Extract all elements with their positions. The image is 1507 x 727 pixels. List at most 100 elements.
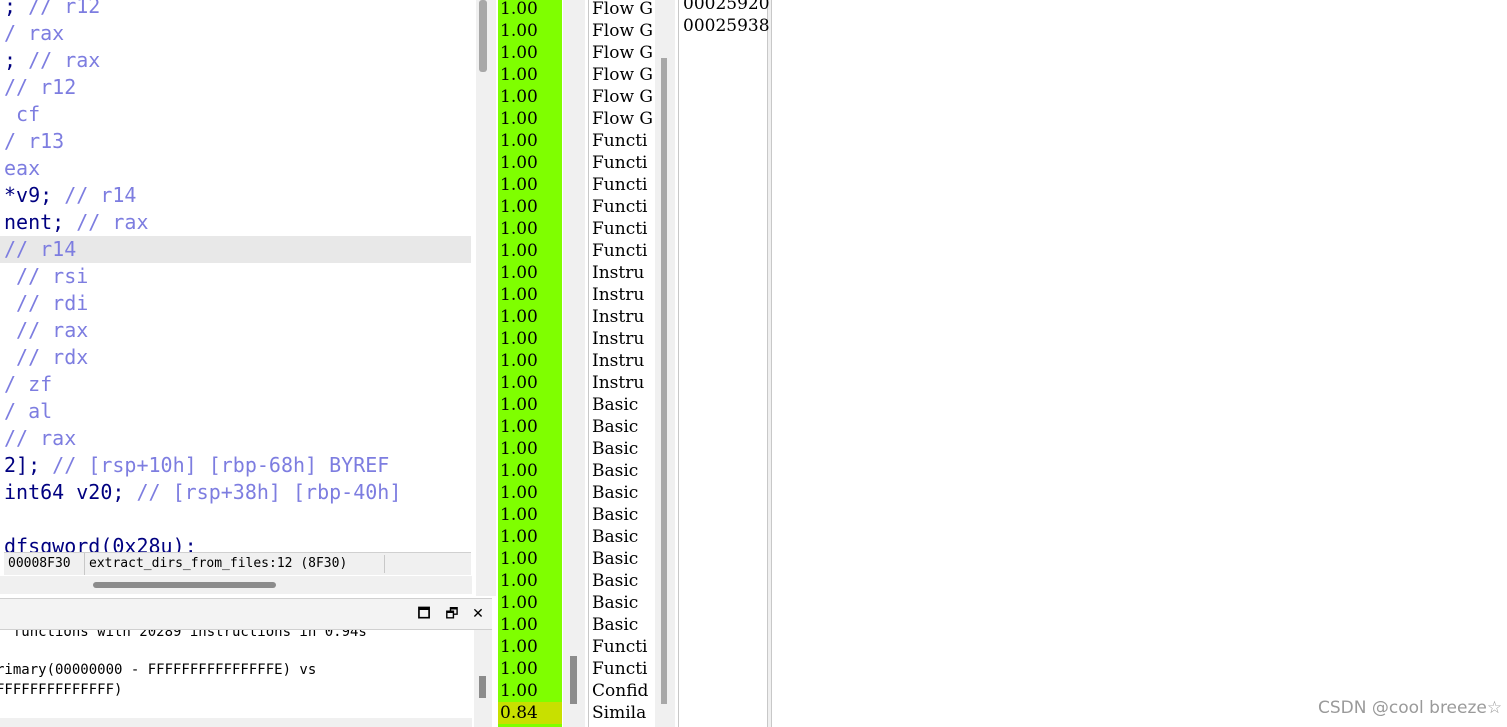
description-cell[interactable]: Instru bbox=[592, 328, 652, 350]
code-line[interactable]: / r13 bbox=[4, 128, 64, 155]
pseudocode-view[interactable]: ; // r12/ rax; // rax// r12 cf / r13 eax *v… bbox=[0, 0, 472, 552]
similarity-cell[interactable]: 1.00 bbox=[498, 614, 562, 636]
similarity-scrollbar[interactable] bbox=[563, 0, 585, 727]
code-line[interactable]: *v9; // r14 bbox=[4, 182, 136, 209]
similarity-cell[interactable]: 1.00 bbox=[498, 372, 562, 394]
similarity-cell[interactable]: 1.00 bbox=[498, 174, 562, 196]
similarity-cell[interactable]: 1.00 bbox=[498, 42, 562, 64]
address-cell[interactable]: 00025920 bbox=[683, 0, 770, 15]
description-cell[interactable]: Instru bbox=[592, 262, 652, 284]
description-cell[interactable]: Flow G bbox=[592, 108, 652, 130]
similarity-cell[interactable]: 1.00 bbox=[498, 636, 562, 658]
similarity-cell[interactable]: 1.00 bbox=[498, 592, 562, 614]
similarity-cell[interactable]: 1.00 bbox=[498, 482, 562, 504]
description-cell[interactable]: Basic bbox=[592, 570, 652, 592]
code-horizontal-scroll-thumb[interactable] bbox=[93, 582, 276, 588]
code-line[interactable]: // rax bbox=[4, 425, 76, 452]
description-cell[interactable]: Flow G bbox=[592, 64, 652, 86]
code-line[interactable]: 2]; // [rsp+10h] [rbp-68h] BYREF bbox=[4, 452, 389, 479]
description-cell[interactable]: Flow G bbox=[592, 86, 652, 108]
similarity-cell[interactable]: 1.00 bbox=[498, 262, 562, 284]
description-scroll-thumb[interactable] bbox=[661, 58, 667, 704]
code-line[interactable]: int64 v20; // [rsp+38h] [rbp-40h] bbox=[4, 479, 401, 506]
description-cell[interactable]: Instru bbox=[592, 306, 652, 328]
similarity-cell[interactable]: 1.00 bbox=[498, 680, 562, 702]
description-cell[interactable]: Basic bbox=[592, 504, 652, 526]
description-cell[interactable]: Basic bbox=[592, 460, 652, 482]
similarity-cell[interactable]: 1.00 bbox=[498, 438, 562, 460]
code-line[interactable]: // r12 bbox=[4, 74, 76, 101]
similarity-cell[interactable]: 1.00 bbox=[498, 306, 562, 328]
description-cell[interactable]: Simila bbox=[592, 702, 652, 724]
code-line[interactable]: // rdx bbox=[4, 344, 88, 371]
description-cell[interactable]: Functi bbox=[592, 174, 652, 196]
description-cell[interactable]: Basic bbox=[592, 548, 652, 570]
code-line[interactable]: / rax bbox=[4, 20, 64, 47]
similarity-cell[interactable]: 1.00 bbox=[498, 570, 562, 592]
output-vertical-scroll-thumb[interactable] bbox=[479, 676, 486, 698]
code-line[interactable]: // r14 bbox=[0, 236, 471, 263]
similarity-cell[interactable]: 1.00 bbox=[498, 284, 562, 306]
similarity-cell[interactable]: 1.00 bbox=[498, 328, 562, 350]
code-line[interactable]: ; // rax bbox=[4, 47, 100, 74]
description-cell[interactable]: Instru bbox=[592, 350, 652, 372]
similarity-scroll-thumb[interactable] bbox=[570, 656, 577, 704]
maximize-icon[interactable]: 🗖 bbox=[414, 604, 434, 624]
description-cell[interactable]: Flow G bbox=[592, 20, 652, 42]
description-cell[interactable]: Flow G bbox=[592, 42, 652, 64]
description-cell[interactable]: Functi bbox=[592, 130, 652, 152]
code-line[interactable]: // rsi bbox=[4, 263, 88, 290]
description-cell[interactable]: Functi bbox=[592, 218, 652, 240]
description-cell[interactable]: Functi bbox=[592, 196, 652, 218]
description-cell[interactable]: Functi bbox=[592, 152, 652, 174]
code-vertical-scroll-thumb[interactable] bbox=[479, 0, 487, 72]
code-line[interactable]: eax bbox=[4, 155, 40, 182]
similarity-cell[interactable]: 1.00 bbox=[498, 218, 562, 240]
similarity-cell[interactable]: 1.00 bbox=[498, 152, 562, 174]
similarity-cell[interactable]: 1.00 bbox=[498, 108, 562, 130]
similarity-cell[interactable]: 1.00 bbox=[498, 658, 562, 680]
output-horizontal-scrollbar[interactable] bbox=[0, 718, 472, 727]
code-line[interactable]: / al bbox=[4, 398, 52, 425]
description-cell[interactable]: Basic bbox=[592, 438, 652, 460]
code-vertical-scrollbar[interactable] bbox=[476, 0, 496, 596]
description-cell[interactable]: Basic bbox=[592, 592, 652, 614]
similarity-cell[interactable]: 1.00 bbox=[498, 504, 562, 526]
restore-icon[interactable]: 🗗 bbox=[442, 604, 462, 624]
similarity-cell[interactable]: 1.00 bbox=[498, 20, 562, 42]
output-window[interactable]: functions with 20289 instructions in 0.9… bbox=[0, 630, 472, 727]
code-line[interactable]: // rdi bbox=[4, 290, 88, 317]
similarity-cell[interactable]: 1.00 bbox=[498, 350, 562, 372]
description-cell[interactable]: Flow G bbox=[592, 0, 652, 20]
similarity-cell[interactable]: 1.00 bbox=[498, 240, 562, 262]
description-cell[interactable]: Basic bbox=[592, 526, 652, 548]
description-cell[interactable]: Functi bbox=[592, 636, 652, 658]
code-line[interactable]: dfsqword(0x28u); bbox=[4, 533, 197, 552]
similarity-cell[interactable]: 1.00 bbox=[498, 548, 562, 570]
address-cell[interactable]: 00025938 bbox=[683, 15, 770, 37]
description-cell[interactable]: Basic bbox=[592, 482, 652, 504]
description-cell[interactable]: Confid bbox=[592, 680, 652, 702]
code-line[interactable]: // rax bbox=[4, 317, 88, 344]
similarity-cell[interactable]: 1.00 bbox=[498, 526, 562, 548]
similarity-cell[interactable]: 1.00 bbox=[498, 196, 562, 218]
description-cell[interactable]: Instru bbox=[592, 372, 652, 394]
description-cell[interactable]: Basic bbox=[592, 614, 652, 636]
code-line[interactable]: ; // r12 bbox=[4, 0, 100, 20]
description-cell[interactable]: Instru bbox=[592, 284, 652, 306]
similarity-cell[interactable]: 1.00 bbox=[498, 394, 562, 416]
similarity-cell[interactable]: 1.00 bbox=[498, 86, 562, 108]
code-line[interactable]: cf bbox=[4, 101, 40, 128]
similarity-cell[interactable]: 1.00 bbox=[498, 64, 562, 86]
similarity-cell[interactable]: 1.00 bbox=[498, 460, 562, 482]
code-line[interactable]: nent; // rax bbox=[4, 209, 149, 236]
description-cell[interactable]: Functi bbox=[592, 658, 652, 680]
description-cell[interactable]: Basic bbox=[592, 394, 652, 416]
similarity-cell[interactable]: 1.00 bbox=[498, 0, 562, 20]
code-line[interactable]: / zf bbox=[4, 371, 52, 398]
similarity-cell[interactable]: 1.00 bbox=[498, 416, 562, 438]
similarity-cell[interactable]: 1.00 bbox=[498, 130, 562, 152]
similarity-cell[interactable]: 0.84 bbox=[498, 702, 562, 724]
description-cell[interactable]: Basic bbox=[592, 416, 652, 438]
close-icon[interactable]: ✕ bbox=[468, 604, 488, 624]
